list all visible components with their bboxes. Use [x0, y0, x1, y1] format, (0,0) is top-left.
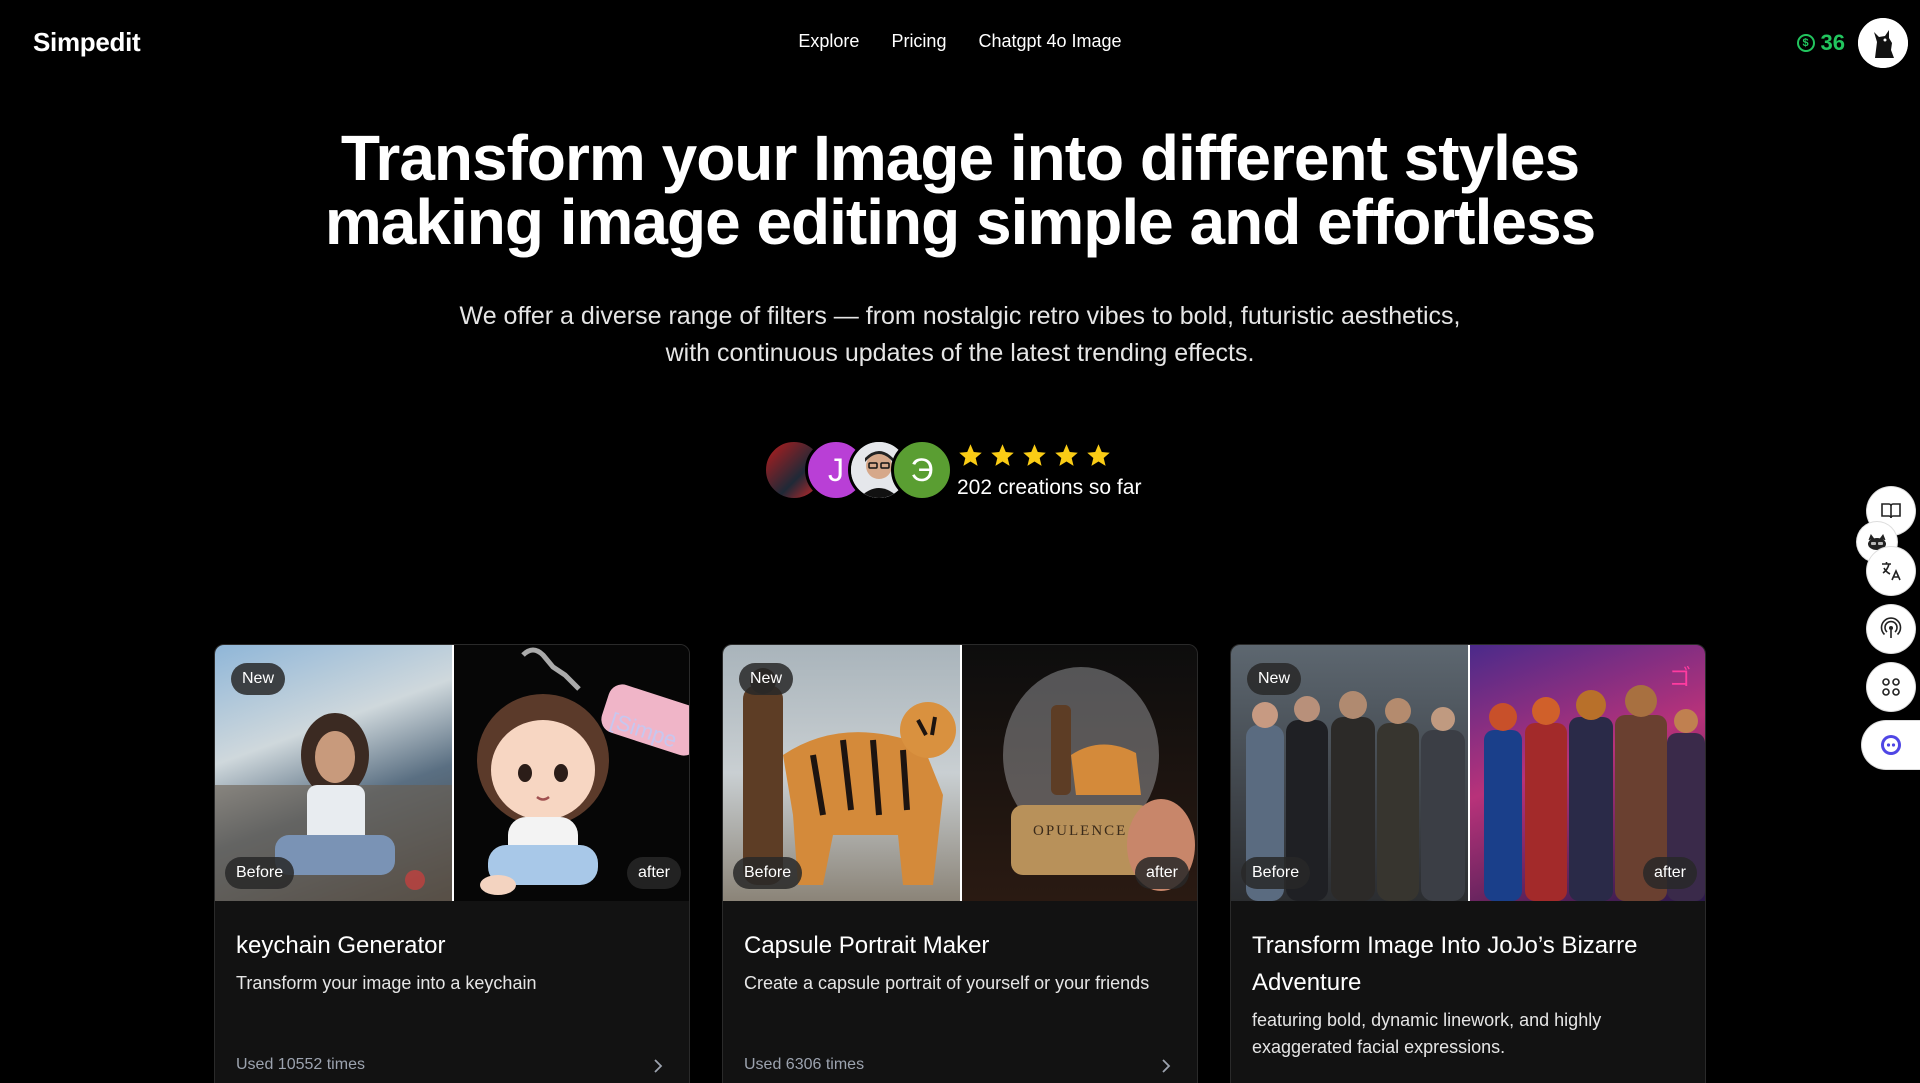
new-badge: New	[1247, 663, 1302, 695]
hero-subtitle-line-2: with continuous updates of the latest tr…	[665, 339, 1255, 367]
header: Simpedit Explore Pricing Chatgpt 4o Imag…	[0, 0, 1920, 86]
style-card-jojo[interactable]: ゴ New Before after Transform Image Into …	[1230, 644, 1706, 1083]
before-after-divider[interactable]	[1468, 645, 1470, 901]
card-title: keychain Generator	[236, 932, 446, 959]
before-label: Before	[733, 857, 803, 889]
user-avatars: J Э	[763, 439, 953, 501]
star-icon	[991, 443, 1014, 466]
after-label: after	[1134, 857, 1189, 889]
hero-subtitle-line-1: We offer a diverse range of filters — fr…	[459, 302, 1461, 330]
menacing-symbol: ゴ	[1669, 666, 1691, 691]
before-label: Before	[225, 857, 295, 889]
side-translate-button[interactable]	[1867, 547, 1915, 595]
nav-chatgpt-4o-image[interactable]: Chatgpt 4o Image	[978, 31, 1121, 52]
social-proof: J Э 202 creations so far	[763, 438, 1141, 502]
user-avatar-letter-e: Э	[891, 439, 953, 501]
chevron-right-icon[interactable]	[651, 1057, 665, 1075]
style-card-capsule-portrait[interactable]: OPULENCE New Before after Capsule Portra…	[722, 644, 1198, 1083]
page: Simpedit Explore Pricing Chatgpt 4o Imag…	[0, 0, 1920, 1083]
credits-balance[interactable]: $ 36	[1796, 30, 1845, 56]
nav-explore[interactable]: Explore	[798, 31, 859, 52]
hero-title: Transform your Image into different styl…	[0, 126, 1920, 254]
style-card-keychain[interactable]: [Simpe New Before after keychain Generat…	[214, 644, 690, 1083]
star-icon	[1087, 443, 1110, 466]
after-label: after	[626, 857, 681, 889]
hero-title-line-1: Transform your Image into different styl…	[340, 122, 1580, 194]
star-icon	[1055, 443, 1078, 466]
avatar-letter: J	[828, 451, 844, 488]
user-avatar[interactable]	[1858, 18, 1908, 68]
card-description: featuring bold, dynamic linework, and hi…	[1252, 1010, 1602, 1057]
chevron-right-icon[interactable]	[1159, 1057, 1173, 1075]
main-nav: Explore Pricing Chatgpt 4o Image	[0, 31, 1920, 52]
card-title: Transform Image Into JoJo’s Bizarre Adve…	[1252, 932, 1638, 996]
new-badge: New	[739, 663, 794, 695]
avatar-letter: Э	[910, 451, 934, 488]
side-broadcast-button[interactable]	[1867, 605, 1915, 653]
card-description: Create a capsule portrait of yourself or…	[744, 973, 1150, 993]
before-after-preview: OPULENCE New Before after	[723, 645, 1197, 901]
rating-stars	[957, 440, 1141, 470]
capsule-base-text: OPULENCE	[1033, 823, 1127, 839]
before-after-divider[interactable]	[960, 645, 962, 901]
card-description: Transform your image into a keychain	[236, 973, 537, 993]
after-label: after	[1642, 857, 1697, 889]
new-badge: New	[231, 663, 286, 695]
nav-pricing[interactable]: Pricing	[891, 31, 946, 52]
broadcast-icon	[1880, 617, 1902, 638]
hero-subtitle: We offer a diverse range of filters — fr…	[0, 298, 1920, 372]
side-grid-button[interactable]	[1867, 663, 1915, 711]
before-after-divider[interactable]	[452, 645, 454, 901]
star-icon	[1023, 443, 1046, 466]
creations-count: 202 creations so far	[957, 476, 1142, 499]
dollar-coin-icon: $	[1796, 34, 1815, 52]
book-icon	[1881, 503, 1901, 519]
grid-icon	[1882, 678, 1900, 696]
translate-icon	[1882, 562, 1901, 581]
rating-block: 202 creations so far	[957, 440, 1141, 500]
side-assistant-button[interactable]	[1862, 721, 1920, 769]
hero-title-line-2: making image editing simple and effortle…	[324, 186, 1596, 258]
usage-count: Used 10552 times	[236, 1056, 365, 1073]
before-label: Before	[1241, 857, 1311, 889]
credits-count: 36	[1820, 30, 1845, 55]
usage-count: Used 6306 times	[744, 1056, 865, 1073]
assistant-icon	[1881, 735, 1901, 755]
star-icon	[959, 443, 982, 466]
before-after-preview: ゴ New Before after	[1231, 645, 1705, 901]
card-title: Capsule Portrait Maker	[744, 932, 990, 959]
cat-avatar-icon	[1858, 18, 1908, 68]
before-after-preview: [Simpe New Before after	[215, 645, 689, 901]
